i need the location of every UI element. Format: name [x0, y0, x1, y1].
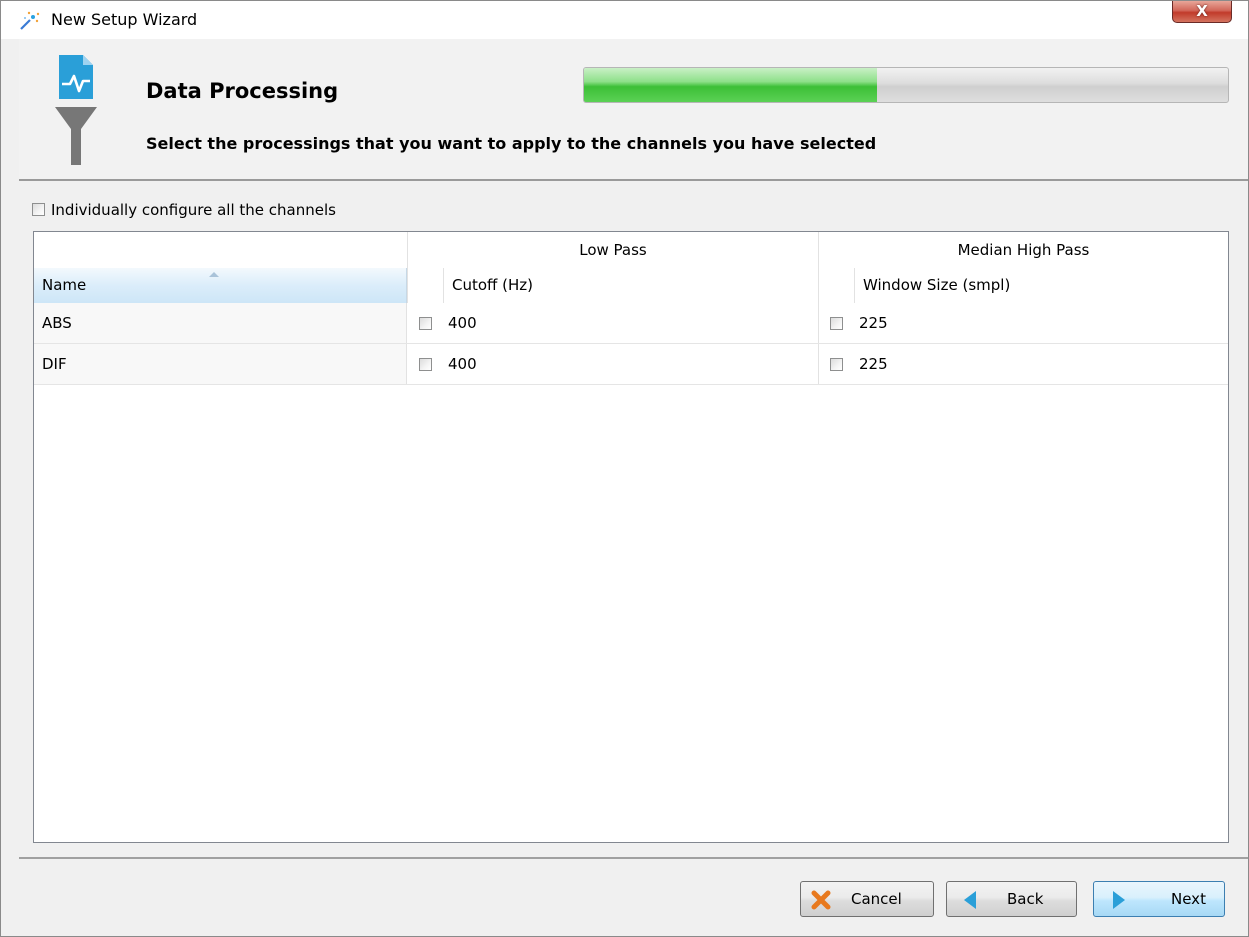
median-enable-checkbox[interactable]: [830, 358, 843, 371]
name-column-label: Name: [42, 276, 87, 294]
window-size-column-header[interactable]: Window Size (smpl): [854, 268, 1228, 303]
progress-fill: [584, 68, 878, 102]
median-enable-cell[interactable]: [818, 344, 854, 384]
table-row[interactable]: ABS 400 225: [34, 303, 1228, 344]
median-high-pass-group-header: Median High Pass: [818, 232, 1228, 268]
low-pass-enable-checkbox[interactable]: [418, 358, 432, 371]
individually-configure-label: Individually configure all the channels: [51, 201, 336, 219]
cancel-x-icon: [811, 890, 831, 910]
channel-name-cell: ABS: [34, 303, 407, 343]
back-label: Back: [1007, 890, 1044, 908]
group-header-row: Low Pass Median High Pass: [34, 232, 1228, 269]
page-title: Data Processing: [146, 79, 339, 103]
name-column-header[interactable]: Name: [34, 268, 407, 303]
window-size-value-cell[interactable]: 225: [854, 344, 1228, 384]
funnel-filter-icon: [55, 55, 97, 165]
close-icon: X: [1196, 2, 1208, 20]
low-pass-enable-cell[interactable]: [407, 303, 443, 343]
name-group-header: [34, 232, 407, 268]
processing-panel: Individually configure all the channels …: [19, 181, 1248, 857]
window-size-value-cell[interactable]: 225: [854, 303, 1228, 343]
back-button[interactable]: Back: [946, 881, 1077, 917]
table-row[interactable]: DIF 400 225: [34, 344, 1228, 385]
page-subtitle: Select the processings that you want to …: [146, 134, 877, 153]
median-enable-column-header[interactable]: [818, 268, 854, 303]
low-pass-enable-column-header[interactable]: [407, 268, 443, 303]
magic-wand-icon: [20, 11, 40, 30]
individually-configure-option[interactable]: Individually configure all the channels: [32, 200, 336, 220]
low-pass-group-header: Low Pass: [407, 232, 818, 268]
wizard-progress-bar: [583, 67, 1229, 103]
median-enable-cell[interactable]: [818, 303, 854, 343]
wizard-footer: Cancel Back Next: [19, 857, 1248, 936]
next-button[interactable]: Next: [1093, 881, 1225, 917]
setup-wizard-window: New Setup Wizard X Data Processing Selec…: [0, 0, 1249, 937]
column-header-row: Name Cutoff (Hz) Window Size (smpl): [34, 268, 1228, 304]
cancel-button[interactable]: Cancel: [800, 881, 934, 917]
title-bar: New Setup Wizard X: [1, 1, 1248, 39]
sort-ascending-icon: [209, 272, 219, 277]
median-enable-checkbox[interactable]: [830, 317, 843, 330]
cutoff-value-cell[interactable]: 400: [443, 344, 818, 384]
cutoff-column-header[interactable]: Cutoff (Hz): [443, 268, 818, 303]
processing-grid: Low Pass Median High Pass Name Cutoff (H…: [33, 231, 1229, 843]
back-arrow-icon: [964, 891, 976, 909]
individually-configure-checkbox[interactable]: [32, 203, 45, 216]
low-pass-enable-cell[interactable]: [407, 344, 443, 384]
low-pass-enable-checkbox[interactable]: [418, 317, 432, 330]
wizard-header: Data Processing Select the processings t…: [19, 39, 1248, 181]
next-arrow-icon: [1113, 891, 1125, 909]
channel-name-cell: DIF: [34, 344, 407, 384]
cancel-label: Cancel: [851, 890, 902, 908]
window-title: New Setup Wizard: [51, 10, 198, 29]
close-button[interactable]: X: [1172, 1, 1232, 23]
next-label: Next: [1171, 890, 1206, 908]
cutoff-value-cell[interactable]: 400: [443, 303, 818, 343]
